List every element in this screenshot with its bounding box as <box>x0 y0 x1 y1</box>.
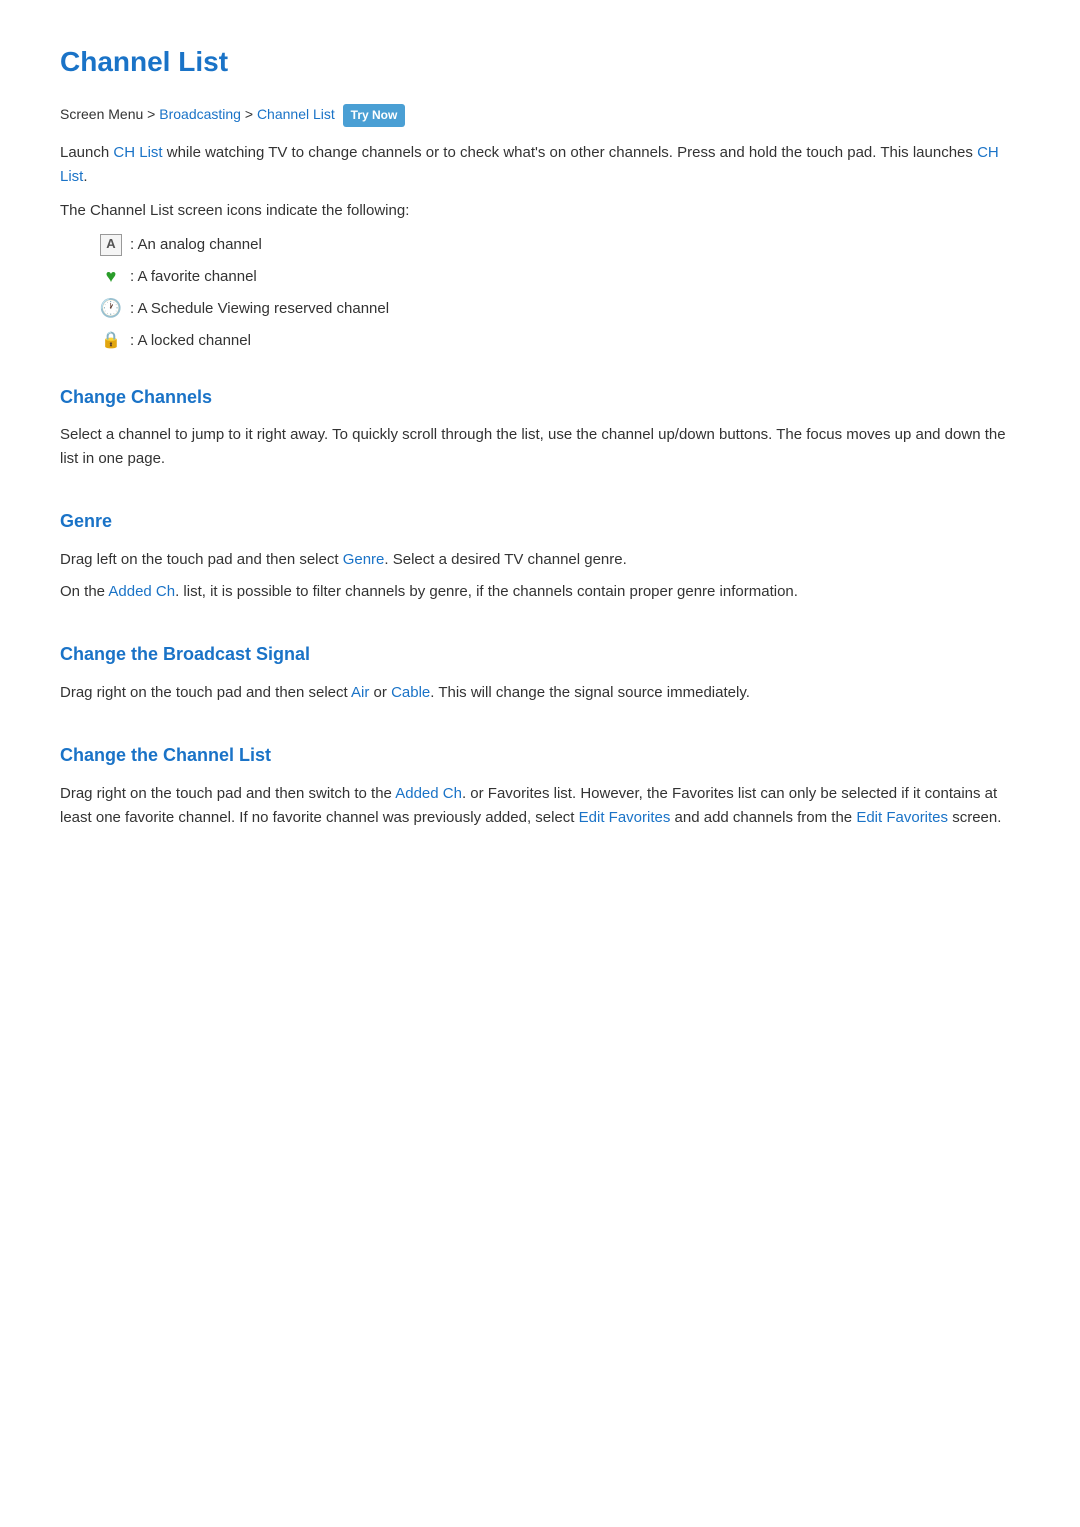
breadcrumb-separator-1: > <box>147 106 159 122</box>
icons-intro-text: The Channel List screen icons indicate t… <box>60 199 1020 223</box>
schedule-label: : A Schedule Viewing reserved channel <box>130 297 389 321</box>
list-item-locked: 🔒 : A locked channel <box>100 329 1020 353</box>
edit-favorites-link-1[interactable]: Edit Favorites <box>579 809 671 826</box>
breadcrumb-broadcasting[interactable]: Broadcasting <box>159 106 241 122</box>
genre-link[interactable]: Genre <box>343 551 385 568</box>
locked-label: : A locked channel <box>130 329 251 353</box>
breadcrumb: Screen Menu > Broadcasting > Channel Lis… <box>60 103 1020 127</box>
cable-link[interactable]: Cable <box>391 684 430 701</box>
section-genre: Genre Drag left on the touch pad and the… <box>60 507 1020 604</box>
favorite-icon: ♥ <box>100 266 122 288</box>
analog-icon: A <box>100 234 122 256</box>
analog-label: : An analog channel <box>130 233 262 257</box>
breadcrumb-channel-list[interactable]: Channel List <box>257 106 335 122</box>
list-item-analog: A : An analog channel <box>100 233 1020 257</box>
intro-paragraph-1: Launch CH List while watching TV to chan… <box>60 141 1020 189</box>
section-change-channels: Change Channels Select a channel to jump… <box>60 383 1020 472</box>
section-title-change-channels: Change Channels <box>60 383 1020 412</box>
edit-favorites-link-2[interactable]: Edit Favorites <box>856 809 948 826</box>
schedule-icon: 🕐 <box>100 298 122 320</box>
list-item-schedule: 🕐 : A Schedule Viewing reserved channel <box>100 297 1020 321</box>
section-change-broadcast-signal: Change the Broadcast Signal Drag right o… <box>60 640 1020 705</box>
section-title-change-channel-list: Change the Channel List <box>60 741 1020 770</box>
try-now-badge[interactable]: Try Now <box>343 104 406 127</box>
genre-text-1: Drag left on the touch pad and then sele… <box>60 548 1020 572</box>
change-channel-list-text: Drag right on the touch pad and then swi… <box>60 782 1020 830</box>
section-title-broadcast-signal: Change the Broadcast Signal <box>60 640 1020 669</box>
genre-text-2: On the Added Ch. list, it is possible to… <box>60 580 1020 604</box>
favorite-label: : A favorite channel <box>130 265 257 289</box>
added-ch-link-channel-list[interactable]: Added Ch <box>395 785 462 802</box>
page-title: Channel List <box>60 40 1020 85</box>
section-change-channel-list: Change the Channel List Drag right on th… <box>60 741 1020 830</box>
breadcrumb-screen-menu: Screen Menu <box>60 106 143 122</box>
section-title-genre: Genre <box>60 507 1020 536</box>
icon-list: A : An analog channel ♥ : A favorite cha… <box>100 233 1020 353</box>
added-ch-link-genre[interactable]: Added Ch <box>108 583 175 600</box>
lock-icon: 🔒 <box>100 330 122 352</box>
breadcrumb-separator-2: > <box>245 106 257 122</box>
ch-list-link-2[interactable]: CH List <box>60 144 999 185</box>
ch-list-link-1[interactable]: CH List <box>113 144 162 161</box>
broadcast-signal-text: Drag right on the touch pad and then sel… <box>60 681 1020 705</box>
change-channels-text: Select a channel to jump to it right awa… <box>60 423 1020 471</box>
air-link[interactable]: Air <box>351 684 369 701</box>
list-item-favorite: ♥ : A favorite channel <box>100 265 1020 289</box>
